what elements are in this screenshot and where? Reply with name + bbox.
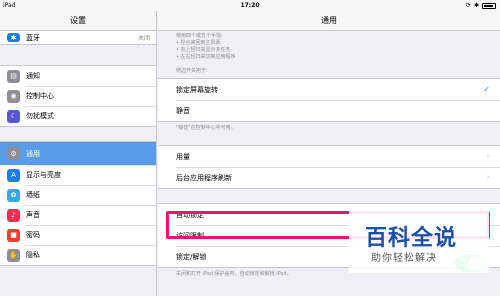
sidebar-item-passcode[interactable]: ■ 密码 xyxy=(0,225,156,245)
sidebar-item-label: 显示与亮度 xyxy=(26,171,61,179)
row-label: 后台应用程序刷新 xyxy=(176,173,232,182)
battery-icon xyxy=(482,2,496,9)
display-icon: A xyxy=(7,168,20,182)
sidebar-item-label: 通知 xyxy=(26,72,40,80)
checkmark-icon: ✓ xyxy=(483,85,490,94)
sidebar-item-label: 密码 xyxy=(26,231,40,239)
gesture-note-line: 使用四个或五个手指: xyxy=(176,33,223,39)
usage-section: 用量 › 后台应用程序刷新 › xyxy=(158,145,500,189)
notifications-icon: ▤ xyxy=(7,69,20,83)
option-lock-rotation[interactable]: 锁定屏幕旋转 ✓ xyxy=(158,79,500,100)
chevron-right-icon: › xyxy=(486,172,490,183)
sidebar-item-sounds[interactable]: ♪ 声音 xyxy=(0,205,156,225)
sidebar-item-display-brightness[interactable]: A 显示与亮度 xyxy=(0,165,156,185)
gear-icon: ⚙ xyxy=(7,147,20,160)
chevron-right-icon: › xyxy=(486,151,490,162)
gesture-note-line: • 向上轻扫来显示多任务 xyxy=(176,47,231,53)
bluetooth-icon: ✱ xyxy=(7,33,20,42)
control-center-icon: ◉ xyxy=(7,89,20,103)
sidebar-item-notifications[interactable]: ▤ 通知 xyxy=(0,66,156,86)
status-bar: iPad 17:20 ⟳ ✱ xyxy=(0,0,500,11)
settings-sidebar: 设置 ✱ 蓝牙 关闭 ▤ 通知 ◉ 控制中心 ☾ 勿扰模式 ⚙ 通用 A 显示与… xyxy=(0,11,157,296)
row-background-app-refresh[interactable]: 后台应用程序刷新 › xyxy=(158,167,500,188)
sidebar-item-label: 蓝牙 xyxy=(26,33,40,42)
side-switch-note: "静音"在控制中心中可用。 xyxy=(176,125,236,131)
rotation-lock-icon: ⟳ xyxy=(465,2,471,9)
multitasking-gestures-note: 使用四个或五个手指: • 捏合来回到主屏幕 • 向上轻扫来显示多任务 • 左右轻… xyxy=(158,31,500,61)
sidebar-item-general[interactable]: ⚙ 通用 xyxy=(0,142,156,165)
watermark-title: 百科全说 xyxy=(365,226,458,251)
row-label: 锁定/解锁 xyxy=(176,252,207,261)
sidebar-group-general: ⚙ 通用 A 显示与亮度 ✿ 墙纸 ♪ 声音 ■ 密码 ✋ 隐私 xyxy=(0,141,156,266)
detail-title: 通用 xyxy=(158,11,500,31)
status-icons: ⟳ ✱ xyxy=(466,0,496,11)
wallpaper-icon: ✿ xyxy=(7,188,20,202)
sidebar-item-label: 控制中心 xyxy=(26,92,54,100)
option-mute[interactable]: 静音 xyxy=(158,100,500,121)
sidebar-item-label: 勿扰模式 xyxy=(26,112,54,120)
sidebar-item-bluetooth[interactable]: ✱ 蓝牙 关闭 xyxy=(0,31,156,44)
sidebar-item-label: 通用 xyxy=(26,149,40,158)
sidebar-item-privacy[interactable]: ✋ 隐私 xyxy=(0,245,156,265)
sidebar-item-wallpaper[interactable]: ✿ 墙纸 xyxy=(0,185,156,205)
bluetooth-status-icon: ✱ xyxy=(473,2,479,9)
moon-icon: ☾ xyxy=(7,109,20,123)
sidebar-group-connectivity: ✱ 蓝牙 关闭 xyxy=(0,31,156,45)
row-label: 用量 xyxy=(176,152,190,161)
lock-icon: ■ xyxy=(7,228,20,242)
sidebar-item-label: 声音 xyxy=(26,211,40,219)
clock: 17:20 xyxy=(240,2,260,9)
section-gap xyxy=(0,45,156,65)
sidebar-title: 设置 xyxy=(0,11,156,31)
gesture-note-line: • 左右轻扫来切换应用程序 xyxy=(176,54,236,60)
sidebar-group-notifications: ▤ 通知 ◉ 控制中心 ☾ 勿扰模式 xyxy=(0,65,156,127)
row-usage[interactable]: 用量 › xyxy=(158,146,500,167)
sound-icon: ♪ xyxy=(7,208,20,222)
section-gap xyxy=(0,127,156,141)
watermark: 百科全说 助你轻松解决 xyxy=(349,211,489,273)
side-switch-section: 锁定屏幕旋转 ✓ 静音 xyxy=(158,78,500,122)
sidebar-item-label: 隐私 xyxy=(26,251,40,259)
gesture-note-line: • 捏合来回到主屏幕 xyxy=(176,40,221,46)
bluetooth-value: 关闭 xyxy=(137,35,150,42)
sidebar-item-label: 墙纸 xyxy=(26,191,40,199)
hand-icon: ✋ xyxy=(7,248,20,262)
option-label: 锁定屏幕旋转 xyxy=(176,85,218,94)
side-switch-header: 侧边开关用于: xyxy=(176,68,208,74)
option-label: 静音 xyxy=(176,106,190,115)
watermark-subtitle: 助你轻松解决 xyxy=(371,253,437,264)
sidebar-item-do-not-disturb[interactable]: ☾ 勿扰模式 xyxy=(0,106,156,126)
sidebar-item-control-center[interactable]: ◉ 控制中心 xyxy=(0,86,156,106)
